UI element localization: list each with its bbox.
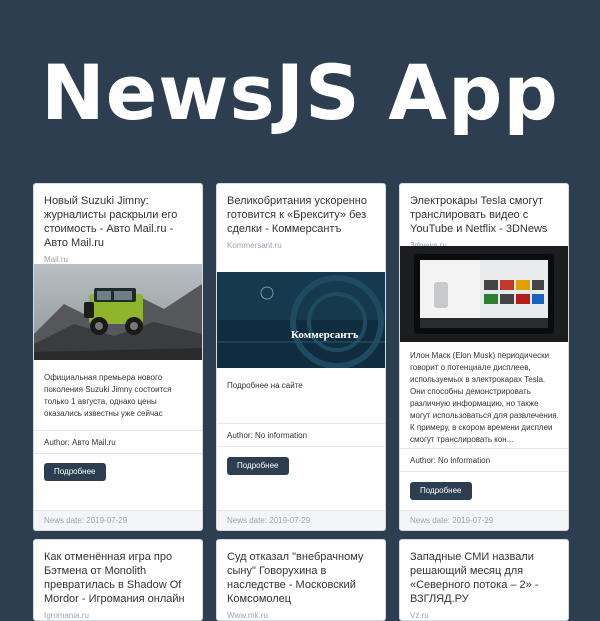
news-card: Электрокары Tesla смогут транслировать в… <box>399 183 569 531</box>
news-card: Великобритания ускоренно готовится к «Бр… <box>216 183 386 531</box>
news-source: Mail.ru <box>44 255 69 264</box>
details-button[interactable]: Подробнее <box>44 463 106 481</box>
news-image: Коммерсантъ <box>217 272 385 368</box>
news-title[interactable]: Как отменённая игра про Бэтмена от Monol… <box>44 550 192 606</box>
news-title[interactable]: Великобритания ускоренно готовится к «Бр… <box>227 194 375 236</box>
news-card: Новый Suzuki Jimny: журналисты раскрыли … <box>33 183 203 531</box>
details-button[interactable]: Подробнее <box>227 457 289 475</box>
news-date: News date: 2019-07-29 <box>400 510 568 530</box>
news-title[interactable]: Электрокары Tesla смогут транслировать в… <box>410 194 558 236</box>
news-source: Vz.ru <box>410 611 429 620</box>
app-title: NewsJS App <box>41 48 559 137</box>
news-source: Kommersant.ru <box>227 241 282 250</box>
news-image <box>34 264 202 360</box>
news-source: Igromania.ru <box>44 611 89 620</box>
news-date: News date: 2019-07-29 <box>34 510 202 530</box>
image-logo-text: Коммерсантъ <box>291 329 359 341</box>
news-card: Западные СМИ назвали решающий месяц для … <box>399 539 569 621</box>
details-button[interactable]: Подробнее <box>410 482 472 500</box>
news-image <box>400 246 568 342</box>
news-author: Author: No information <box>217 423 385 447</box>
news-title[interactable]: Суд отказал "внебрачному сыну" Говорухин… <box>227 550 375 606</box>
news-date: News date: 2019-07-29 <box>217 510 385 530</box>
news-description: Официальная премьера нового поколения Su… <box>44 373 172 418</box>
news-card: Суд отказал "внебрачному сыну" Говорухин… <box>216 539 386 621</box>
news-description: Илон Маск (Elon Musk) периодически говор… <box>410 351 559 444</box>
news-title[interactable]: Западные СМИ назвали решающий месяц для … <box>410 550 558 606</box>
news-title[interactable]: Новый Suzuki Jimny: журналисты раскрыли … <box>44 194 192 250</box>
news-author: Author: No information <box>400 448 568 472</box>
news-card: Как отменённая игра про Бэтмена от Monol… <box>33 539 203 621</box>
news-source: Www.mk.ru <box>227 611 268 620</box>
news-description: Подробнее на сайте <box>227 381 303 390</box>
news-author: Author: Авто Mail.ru <box>34 430 202 454</box>
